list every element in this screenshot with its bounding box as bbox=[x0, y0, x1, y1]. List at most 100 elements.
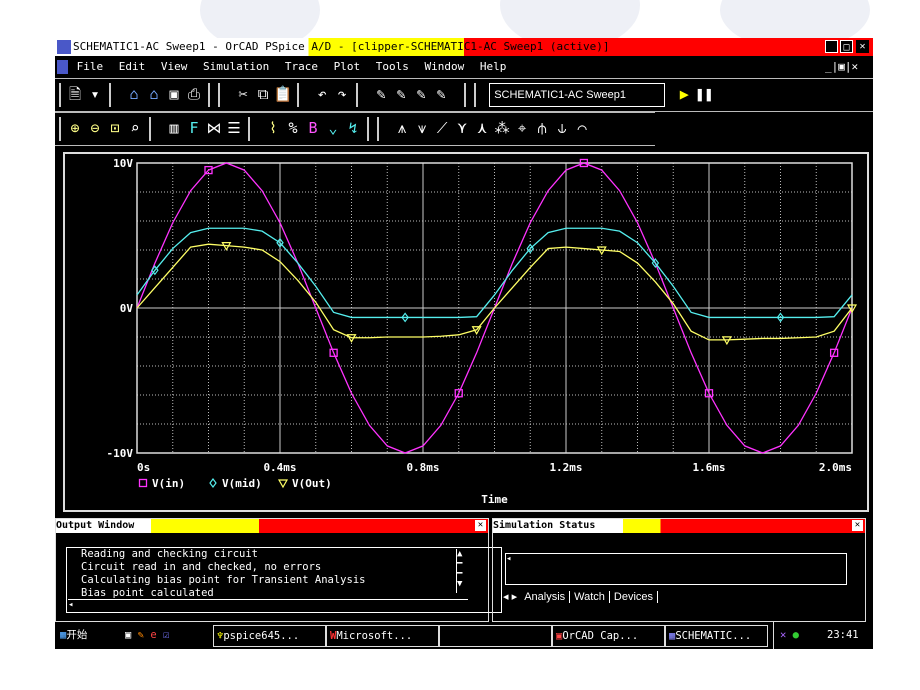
cursor-icon[interactable]: ↯ bbox=[343, 113, 363, 143]
simulation-status-window: Simulation Status ✕ ◂ ◂ ▸ Analysis Watch D… bbox=[492, 518, 866, 622]
log-line: Circuit read in and checked, no errors bbox=[81, 561, 322, 573]
simulation-status-title: Simulation Status bbox=[493, 519, 865, 533]
task-orcad-capture[interactable]: ▣OrCAD Cap... bbox=[552, 625, 665, 647]
pause-icon[interactable]: ❚❚ bbox=[694, 79, 714, 109]
cursor-min-icon[interactable]: ⋎ bbox=[452, 113, 472, 143]
toggle-cursor-icon[interactable]: ⌄ bbox=[323, 113, 343, 143]
pspice-window: SCHEMATIC1-AC Sweep1 - OrCAD PSpice A/D … bbox=[55, 38, 873, 649]
legend-marker bbox=[277, 479, 289, 489]
x-tick-label: 0s bbox=[137, 461, 150, 474]
prev-transition-icon[interactable]: ⫝ bbox=[552, 113, 572, 143]
task-schematic[interactable]: ▦SCHEMATIC... bbox=[665, 625, 768, 647]
cursor-point-icon[interactable]: ⁂ bbox=[492, 113, 512, 143]
legend-label: V(mid) bbox=[222, 477, 262, 490]
network-icon[interactable]: ✕ bbox=[780, 629, 786, 641]
log-line: Calculating bias point for Transient Ana… bbox=[81, 574, 366, 586]
marker-diff-icon[interactable]: ✎ bbox=[411, 79, 431, 109]
open-icon[interactable]: ⌂ bbox=[124, 79, 144, 109]
zoom-fit-icon[interactable]: ⌕ bbox=[125, 113, 145, 143]
menu-tools[interactable]: Tools bbox=[376, 60, 409, 73]
document-icon[interactable] bbox=[57, 60, 68, 74]
x-tick-label: 0.4ms bbox=[263, 461, 296, 474]
cut-icon[interactable]: ✂ bbox=[233, 79, 253, 109]
performance-icon[interactable]: ⋈ bbox=[204, 113, 224, 143]
menu-edit[interactable]: Edit bbox=[119, 60, 146, 73]
maximize-button[interactable]: □ bbox=[840, 40, 853, 53]
zoom-out-icon[interactable]: ⊖ bbox=[85, 113, 105, 143]
log-y-icon[interactable]: ☰ bbox=[224, 113, 244, 143]
save-icon[interactable]: ▣ bbox=[164, 79, 184, 109]
zoom-in-icon[interactable]: ⊕ bbox=[65, 113, 85, 143]
print-icon[interactable]: ⎙ bbox=[184, 79, 204, 109]
close-icon[interactable]: ✕ bbox=[852, 520, 863, 531]
undo-icon[interactable]: ↶ bbox=[312, 79, 332, 109]
marker-voltage-icon[interactable]: ✎ bbox=[371, 79, 391, 109]
menu-simulation[interactable]: Simulation bbox=[203, 60, 269, 73]
cursor-slope-icon[interactable]: ⟋ bbox=[432, 113, 452, 143]
minimize-button[interactable]: _ bbox=[825, 40, 838, 53]
open-sim-icon[interactable]: ⌂ bbox=[144, 79, 164, 109]
waveform-plot[interactable]: 0s 0.4ms 0.8ms 1.2ms 1.6ms 2.0ms 10V 0V -10V Time… bbox=[65, 154, 867, 510]
desktop-icon[interactable]: ▣ bbox=[125, 629, 131, 641]
outlook-icon[interactable]: ☑ bbox=[163, 629, 169, 641]
tab-watch[interactable]: Watch bbox=[570, 591, 610, 603]
marker-power-icon[interactable]: ✎ bbox=[431, 79, 451, 109]
simulation-profile-select[interactable]: SCHEMATIC1-AC Sweep1 bbox=[489, 82, 666, 107]
media-icon[interactable]: ✎ bbox=[138, 629, 144, 641]
legend-label: V(Out) bbox=[292, 477, 332, 490]
vertical-scrollbar[interactable]: ▲ ━ ━ ▼ bbox=[456, 549, 471, 593]
menu-trace[interactable]: Trace bbox=[285, 60, 318, 73]
tab-analysis[interactable]: Analysis bbox=[520, 591, 571, 603]
x-tick-label: 0.8ms bbox=[406, 461, 439, 474]
menu-window[interactable]: Window bbox=[424, 60, 464, 73]
system-tray: ✕ ● bbox=[773, 622, 799, 649]
menu-bar: File Edit View Simulation Trace Plot Too… bbox=[55, 58, 873, 76]
tab-devices[interactable]: Devices bbox=[609, 591, 659, 603]
tab-scroll-right[interactable]: ▸ bbox=[512, 591, 518, 603]
x-tick-label: 2.0ms bbox=[819, 461, 852, 474]
next-transition-icon[interactable]: ⫛ bbox=[532, 113, 552, 143]
y-tick-label: 0V bbox=[120, 302, 134, 315]
ie-icon[interactable]: e bbox=[150, 629, 156, 641]
marker-current-icon[interactable]: ✎ bbox=[391, 79, 411, 109]
play-icon[interactable]: ▶ bbox=[674, 79, 694, 109]
paste-icon[interactable]: 📋 bbox=[273, 79, 293, 109]
copy-icon[interactable]: ⧉ bbox=[253, 79, 273, 109]
tab-scroll-left[interactable]: ◂ bbox=[503, 591, 509, 603]
fft-icon[interactable]: F bbox=[184, 113, 204, 143]
add-plot-icon[interactable]: B bbox=[303, 113, 323, 143]
start-button[interactable]: ▦开始 bbox=[57, 625, 87, 645]
cursor-max-icon[interactable]: ⋏ bbox=[472, 113, 492, 143]
toolbar-plot: ⊕ ⊖ ⊡ ⌕ ▥ F ⋈ ☰ ⌇% B ⌄ ↯ ⩚ ⩛ ⟋ ⋎ ⋏ ⁂ ⌖ ⫛ ⫝ ⌒ bbox=[55, 112, 655, 146]
horizontal-scrollbar[interactable]: ◂ bbox=[68, 599, 468, 612]
qq-icon[interactable]: ● bbox=[793, 629, 799, 641]
cursor-trough-icon[interactable]: ⩛ bbox=[412, 113, 432, 143]
eval-measurement-icon[interactable]: % bbox=[283, 113, 303, 143]
zoom-area-icon[interactable]: ⊡ bbox=[105, 113, 125, 143]
dropdown-icon[interactable]: ▾ bbox=[85, 79, 105, 109]
mark-label-icon[interactable]: ⌒ bbox=[572, 113, 592, 143]
menu-help[interactable]: Help bbox=[480, 60, 507, 73]
probe-plot-window[interactable]: 0s 0.4ms 0.8ms 1.2ms 1.6ms 2.0ms 10V 0V -10V Time… bbox=[63, 152, 869, 512]
legend-marker bbox=[209, 478, 217, 488]
mdi-controls[interactable]: _|▣|✕ bbox=[825, 58, 858, 76]
redo-icon[interactable]: ↷ bbox=[332, 79, 352, 109]
close-button[interactable]: ✕ bbox=[856, 40, 869, 53]
new-icon[interactable]: 🗎 bbox=[65, 79, 85, 109]
task-empty[interactable] bbox=[439, 625, 552, 647]
log-x-icon[interactable]: ▥ bbox=[164, 113, 184, 143]
task-pspice645[interactable]: ♆pspice645... bbox=[213, 625, 326, 647]
menu-file[interactable]: File bbox=[77, 60, 104, 73]
close-icon[interactable]: ✕ bbox=[475, 520, 486, 531]
menu-view[interactable]: View bbox=[161, 60, 188, 73]
menu-plot[interactable]: Plot bbox=[334, 60, 361, 73]
task-microsoft[interactable]: WMicrosoft... bbox=[326, 625, 439, 647]
x-tick-label: 1.2ms bbox=[549, 461, 582, 474]
cursor-search-icon[interactable]: ⌖ bbox=[512, 113, 532, 143]
title-text: SCHEMATIC1-AC Sweep1 - OrCAD PSpice A/D … bbox=[73, 40, 610, 53]
output-window-title: Output Window bbox=[56, 519, 488, 533]
add-trace-icon[interactable]: ⌇ bbox=[263, 113, 283, 143]
taskbar: ▦开始 ▣ ✎ e ☑ ♆pspice645... WMicrosoft... … bbox=[55, 622, 873, 649]
cursor-peak-icon[interactable]: ⩚ bbox=[392, 113, 412, 143]
title-bar: SCHEMATIC1-AC Sweep1 - OrCAD PSpice A/D … bbox=[55, 38, 873, 56]
